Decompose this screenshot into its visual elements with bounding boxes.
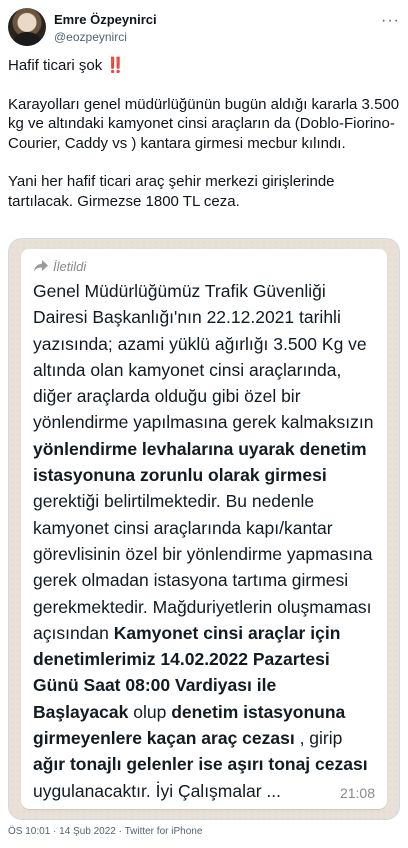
author-name[interactable]: Emre Özpeynirci	[54, 12, 157, 27]
message-seg-3: olup	[128, 701, 172, 722]
forwarded-label: İletildi	[53, 258, 87, 274]
message-bold-4: ağır tonajlı gelenler ise aşırı tonaj ce…	[33, 754, 368, 775]
forwarded-indicator: İletildi	[33, 257, 375, 275]
whatsapp-message-bubble: İletildi Genel Müdürlüğümüz Trafik Güven…	[21, 249, 387, 809]
message-seg-2: gerektiği belirtilmektedir. Bu nedenle k…	[33, 491, 373, 643]
tweet-header: Emre Özpeynirci @eozpeynirci ···	[8, 8, 400, 48]
tweet-line-1-text: Hafif ticari şok	[8, 57, 103, 74]
avatar[interactable]	[8, 8, 46, 46]
author-handle[interactable]: @eozpeynirci	[54, 30, 127, 44]
tweet-line-1: Hafif ticari şok ‼️	[8, 56, 400, 76]
tweet-image[interactable]: İletildi Genel Müdürlüğümüz Trafik Güven…	[8, 238, 400, 820]
more-options-icon[interactable]: ···	[381, 12, 400, 30]
message-bold-1: yönlendirme levhalarına uyarak denetim i…	[33, 438, 367, 486]
message-text: Genel Müdürlüğümüz Trafik Güvenliği Dair…	[33, 278, 375, 804]
tweet-paragraph-2: Karayolları genel müdürlüğünün bugün ald…	[8, 95, 400, 152]
forward-arrow-icon	[34, 260, 48, 272]
message-timestamp: 21:08	[339, 785, 375, 801]
message-seg-5: uygulanacaktır. İyi Çalışmalar ...	[33, 780, 282, 801]
tweet-paragraph-3: Yani her hafif ticari araç şehir merkezi…	[8, 173, 335, 210]
tweet-text: Hafif ticari şok ‼️ Karayolları genel mü…	[8, 56, 400, 230]
double-exclamation-icon: ‼️	[106, 57, 126, 74]
message-seg-4: , girip	[294, 728, 343, 749]
message-seg-1: Genel Müdürlüğümüz Trafik Güvenliği Dair…	[33, 281, 374, 433]
tweet-metadata[interactable]: ÖS 10:01 · 14 Şub 2022 · Twitter for iPh…	[8, 826, 202, 837]
